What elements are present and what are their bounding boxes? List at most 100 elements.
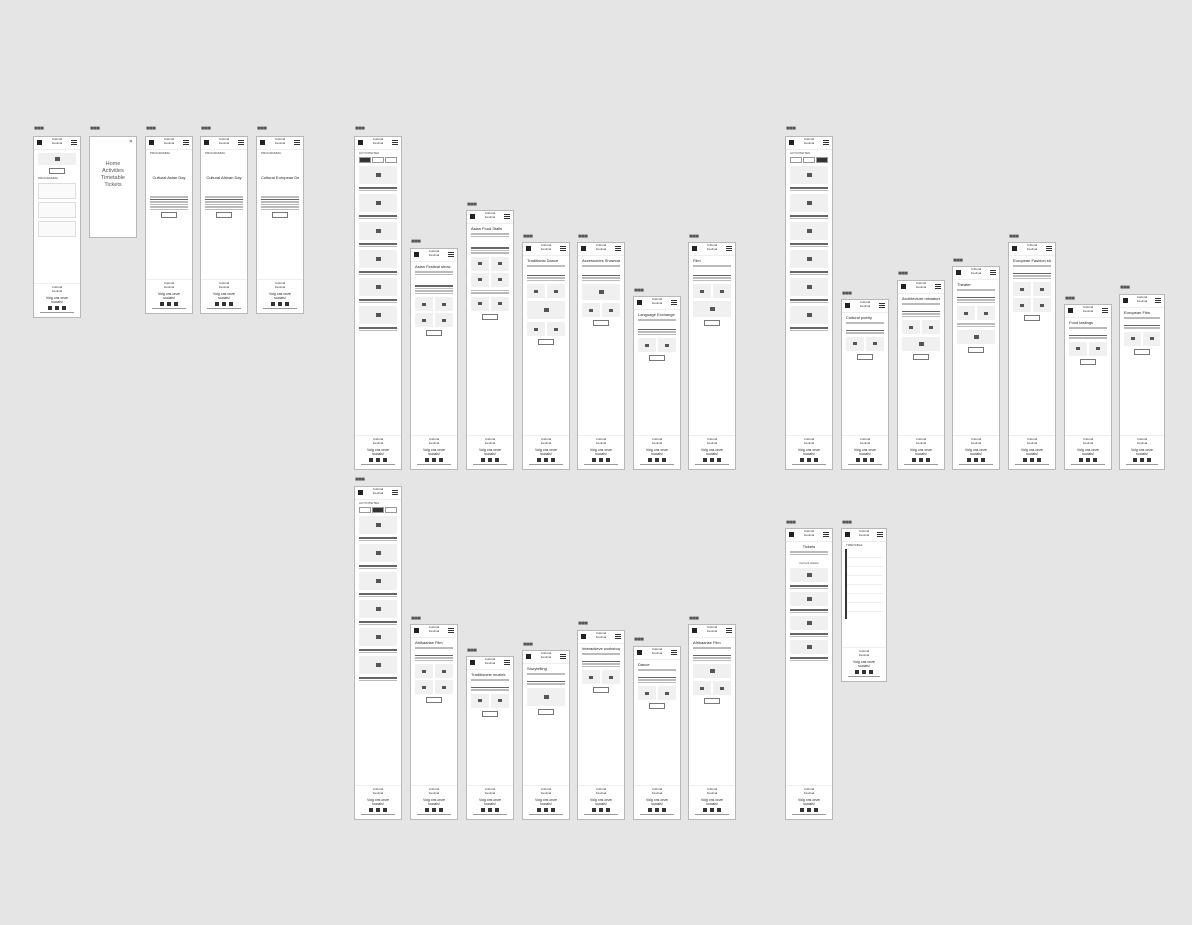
hamburger-icon[interactable] [823, 532, 829, 537]
social-icons[interactable] [369, 457, 387, 462]
hamburger-icon[interactable] [448, 252, 454, 257]
hamburger-icon[interactable] [504, 214, 510, 219]
social-icons[interactable] [369, 807, 387, 812]
back-button[interactable] [426, 697, 442, 703]
hamburger-icon[interactable] [504, 660, 510, 665]
social-icons[interactable] [425, 807, 443, 812]
back-button[interactable] [1080, 358, 1096, 365]
back-button[interactable] [538, 708, 554, 715]
footer-links[interactable] [792, 813, 826, 815]
hamburger-icon[interactable] [877, 532, 883, 537]
hamburger-icon[interactable] [823, 140, 829, 145]
footer-links[interactable] [152, 307, 186, 309]
program-item[interactable] [38, 183, 76, 199]
social-icons[interactable] [855, 669, 873, 674]
menu-item-activities[interactable]: Activities [90, 168, 136, 175]
back-button[interactable] [704, 320, 720, 326]
menu-item-home[interactable]: Home [90, 161, 136, 168]
footer-links[interactable] [959, 463, 993, 465]
footer-links[interactable] [529, 463, 563, 465]
social-icons[interactable] [425, 457, 443, 462]
back-button[interactable] [482, 313, 498, 320]
footer-links[interactable] [584, 813, 618, 815]
social-icons[interactable] [48, 305, 66, 310]
close-icon[interactable]: ✕ [129, 139, 133, 146]
hamburger-icon[interactable] [1155, 298, 1161, 303]
footer-links[interactable] [263, 307, 297, 309]
footer-links[interactable] [695, 813, 729, 815]
footer-links[interactable] [1015, 463, 1049, 465]
footer-links[interactable] [640, 463, 674, 465]
day-tabs[interactable] [359, 157, 397, 163]
footer-links[interactable] [40, 311, 74, 313]
hamburger-icon[interactable] [560, 654, 566, 659]
social-icons[interactable] [537, 807, 555, 812]
hamburger-icon[interactable] [392, 490, 398, 495]
footer-links[interactable] [361, 463, 395, 465]
back-button[interactable] [538, 339, 554, 345]
back-button[interactable] [482, 710, 498, 717]
footer-links[interactable] [904, 463, 938, 465]
hamburger-icon[interactable] [71, 140, 77, 145]
timetable-grid[interactable] [845, 549, 883, 619]
hamburger-icon[interactable] [671, 300, 677, 305]
social-icons[interactable] [800, 457, 818, 462]
hamburger-icon[interactable] [726, 246, 732, 251]
back-button[interactable] [913, 354, 929, 360]
footer-links[interactable] [417, 463, 451, 465]
hamburger-icon[interactable] [238, 140, 244, 145]
hamburger-icon[interactable] [183, 140, 189, 145]
back-button[interactable] [593, 687, 609, 693]
back-button[interactable] [649, 355, 665, 361]
social-icons[interactable] [537, 457, 555, 462]
back-button[interactable] [426, 330, 442, 336]
hamburger-icon[interactable] [615, 634, 621, 639]
footer-links[interactable] [848, 675, 880, 677]
day-tabs[interactable] [359, 507, 397, 513]
footer-links[interactable] [473, 463, 507, 465]
social-icons[interactable] [481, 457, 499, 462]
back-button[interactable] [968, 347, 984, 353]
back-button[interactable] [649, 703, 665, 709]
social-icons[interactable] [800, 807, 818, 812]
hamburger-icon[interactable] [990, 270, 996, 275]
hamburger-icon[interactable] [294, 140, 300, 145]
hamburger-icon[interactable] [1046, 246, 1052, 251]
back-button[interactable] [593, 320, 609, 326]
more-button[interactable] [161, 212, 177, 218]
back-button[interactable] [1024, 315, 1040, 321]
footer-links[interactable] [640, 813, 674, 815]
hamburger-icon[interactable] [392, 140, 398, 145]
program-item[interactable] [38, 202, 76, 218]
footer-links[interactable] [848, 463, 882, 465]
footer-links[interactable] [207, 307, 241, 309]
hamburger-icon[interactable] [935, 284, 941, 289]
hamburger-icon[interactable] [671, 650, 677, 655]
back-button[interactable] [1134, 348, 1150, 355]
more-button[interactable] [216, 212, 232, 218]
hamburger-icon[interactable] [879, 303, 885, 308]
social-icons[interactable] [592, 457, 610, 462]
more-button[interactable] [272, 212, 288, 218]
footer-links[interactable] [361, 813, 395, 815]
social-icons[interactable] [648, 807, 666, 812]
hamburger-icon[interactable] [1102, 308, 1108, 313]
hamburger-icon[interactable] [448, 628, 454, 633]
menu-item-tickets[interactable]: Tickets [90, 182, 136, 189]
social-icons[interactable] [1023, 457, 1041, 462]
back-button[interactable] [857, 353, 873, 360]
footer-links[interactable] [1126, 463, 1158, 465]
footer-links[interactable] [417, 813, 451, 815]
program-item[interactable] [38, 221, 76, 237]
social-icons[interactable] [160, 301, 178, 306]
social-icons[interactable] [481, 807, 499, 812]
footer-links[interactable] [792, 463, 826, 465]
social-icons[interactable] [271, 301, 289, 306]
hamburger-icon[interactable] [615, 246, 621, 251]
social-icons[interactable] [856, 457, 874, 462]
footer-links[interactable] [1071, 463, 1105, 465]
back-button[interactable] [704, 698, 720, 704]
footer-links[interactable] [695, 463, 729, 465]
social-icons[interactable] [592, 807, 610, 812]
social-icons[interactable] [703, 807, 721, 812]
